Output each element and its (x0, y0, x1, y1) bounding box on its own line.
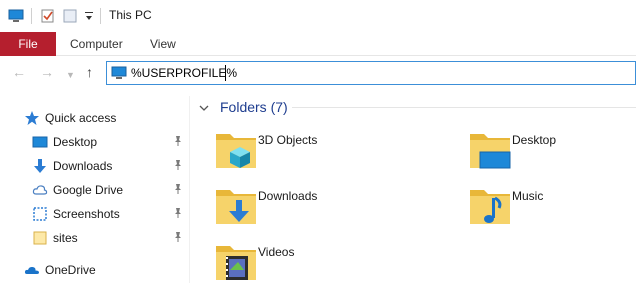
folder-label: Music (512, 189, 544, 203)
star-icon (24, 110, 40, 129)
address-input[interactable]: %USERPROFILE% (131, 66, 237, 80)
tab-view[interactable]: View (150, 32, 176, 56)
customize-dropdown-icon[interactable] (84, 8, 94, 27)
nav-item-label: Google Drive (53, 183, 124, 197)
pin-icon[interactable] (172, 231, 184, 243)
nav-item-label: Downloads (53, 159, 113, 173)
nav-item-label: sites (53, 231, 78, 245)
computer-icon (111, 65, 127, 84)
nav-item-label: Screenshots (53, 207, 120, 221)
properties-icon[interactable] (40, 8, 56, 27)
nav-item-label: Quick access (45, 111, 117, 125)
desktop-folder-icon (470, 134, 511, 169)
pin-icon[interactable] (172, 159, 184, 171)
pin-icon[interactable] (172, 135, 184, 147)
forward-arrow-icon[interactable]: → (40, 64, 54, 80)
navigation-pane: Quick access Desktop Downloads Google Dr… (0, 96, 190, 283)
group-divider (292, 107, 636, 108)
separator (100, 8, 101, 24)
folder-tile-3d-objects[interactable]: 3D Objects (210, 124, 410, 176)
onedrive-cloud-icon (24, 262, 40, 281)
screenshot-icon (32, 206, 48, 225)
content-area: Folders (7) 3D Objects Desktop Downloads (190, 96, 636, 283)
nav-item-label: Desktop (53, 135, 98, 149)
music-folder-icon (470, 190, 510, 224)
folder-label: Desktop (512, 133, 557, 147)
new-folder-icon[interactable] (62, 8, 78, 27)
chevron-down-icon[interactable] (198, 102, 210, 117)
folder-tile-videos[interactable]: Videos (210, 236, 410, 283)
title-bar: This PC (0, 0, 636, 32)
cloud-icon (32, 182, 48, 201)
group-title: Folders (7) (220, 99, 288, 115)
navigation-bar: ← → ▼ ↑ %USERPROFILE% (0, 57, 636, 89)
folder-tile-downloads[interactable]: Downloads (210, 180, 410, 232)
ribbon-tabs: File Computer View (0, 32, 636, 56)
back-arrow-icon[interactable]: ← (12, 64, 26, 80)
tab-computer[interactable]: Computer (70, 32, 123, 56)
nav-item-label: OneDrive (45, 263, 96, 277)
folder-tile-music[interactable]: Music (464, 180, 636, 232)
nav-item-onedrive[interactable]: OneDrive (0, 258, 190, 282)
nav-item-downloads[interactable]: Downloads (0, 154, 190, 178)
recent-locations-chevron-icon[interactable]: ▼ (66, 67, 75, 83)
text-caret (225, 65, 226, 81)
nav-item-google-drive[interactable]: Google Drive (0, 178, 190, 202)
folder-icon (32, 230, 48, 249)
pin-icon[interactable] (172, 183, 184, 195)
window-title: This PC (109, 8, 152, 22)
folder-label: Videos (258, 245, 295, 259)
3d-objects-icon (216, 134, 256, 168)
pin-icon[interactable] (172, 207, 184, 219)
computer-icon[interactable] (8, 8, 24, 27)
folder-label: Downloads (258, 189, 318, 203)
downloads-folder-icon (216, 190, 256, 224)
download-arrow-icon (32, 158, 48, 177)
up-arrow-icon[interactable]: ↑ (86, 64, 93, 80)
videos-folder-icon (216, 246, 256, 280)
desktop-icon (32, 134, 48, 153)
tab-file[interactable]: File (0, 32, 56, 56)
nav-item-sites[interactable]: sites (0, 226, 190, 250)
nav-item-desktop[interactable]: Desktop (0, 130, 190, 154)
separator (31, 8, 32, 24)
nav-item-screenshots[interactable]: Screenshots (0, 202, 190, 226)
folder-label: 3D Objects (258, 133, 318, 147)
address-bar[interactable]: %USERPROFILE% (106, 61, 636, 85)
nav-item-quick-access[interactable]: Quick access (0, 106, 190, 130)
folder-tile-desktop[interactable]: Desktop (464, 124, 636, 176)
